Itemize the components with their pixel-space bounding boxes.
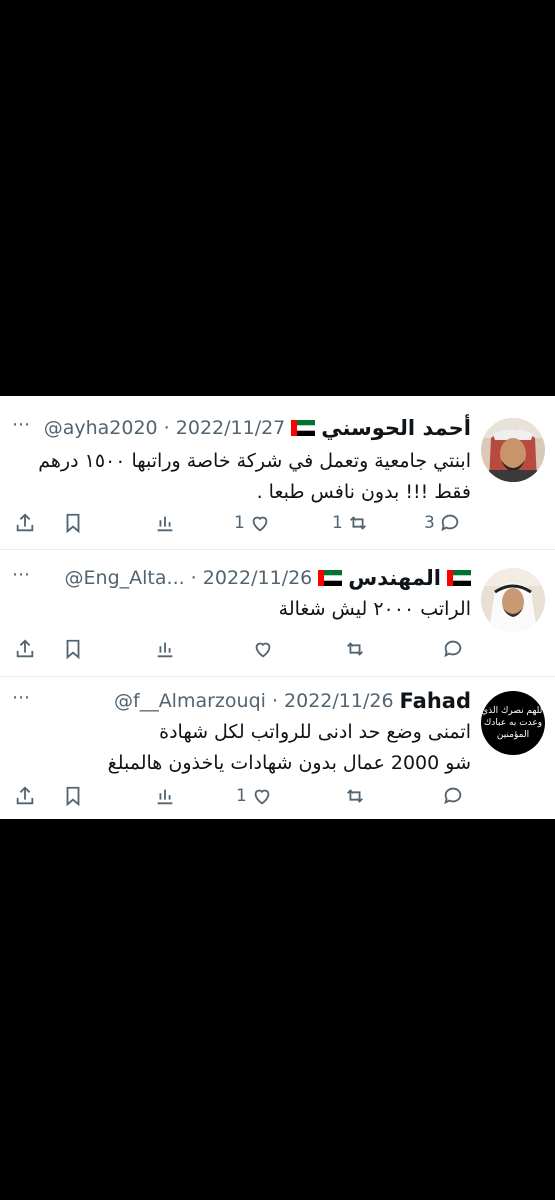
share-icon <box>16 513 34 532</box>
more-options-icon[interactable]: ⋯ <box>12 414 31 435</box>
tweet-text-line: شو 2000 عمال بدون شهادات ياخذون هالمبلغ <box>107 752 471 774</box>
retweet-button[interactable]: 1 <box>332 510 369 536</box>
tweet-2[interactable]: المهندس @Eng_Alta... · 2022/11/26 ⋯ الرا… <box>0 550 555 677</box>
tweet-3[interactable]: اللهم نصرك الذي وعدت به عبادك المؤمنين F… <box>0 677 555 819</box>
tweet-actions <box>14 636 474 662</box>
retweet-button[interactable] <box>344 783 366 809</box>
views-button[interactable] <box>154 510 176 536</box>
reply-icon <box>444 787 462 805</box>
screen: { "tweets": [ { "name": "أحمد الحوسني", … <box>0 0 555 1200</box>
tweet-list: أحمد الحوسني @ayha2020 · 2022/11/27 ⋯ اب… <box>0 396 555 819</box>
tweet-1[interactable]: أحمد الحوسني @ayha2020 · 2022/11/27 ⋯ اب… <box>0 396 555 550</box>
author-name[interactable]: المهندس <box>348 566 441 590</box>
uae-flag-icon <box>291 420 316 436</box>
reply-button[interactable] <box>442 636 464 662</box>
like-button[interactable]: 1 <box>236 783 273 809</box>
tweet-text: ابنتي جامعية وتعمل في شركة خاصة وراتبها … <box>20 446 471 508</box>
more-options-icon[interactable]: ⋯ <box>12 687 31 708</box>
reply-count: 3 <box>424 513 435 533</box>
avatar-text: وعدت به عبادك <box>483 718 543 728</box>
more-options-icon[interactable]: ⋯ <box>12 564 31 585</box>
bookmark-icon <box>66 513 80 534</box>
author-name[interactable]: Fahad <box>400 689 471 713</box>
tweet-3-header: Fahad @f__Almarzouqi · 2022/11/26 <box>10 687 471 715</box>
share-icon <box>16 639 34 658</box>
tweet-2-header: المهندس @Eng_Alta... · 2022/11/26 <box>10 564 471 592</box>
bookmark-button[interactable] <box>62 783 84 809</box>
views-icon <box>157 642 173 658</box>
bookmark-icon <box>66 639 80 660</box>
views-icon <box>157 789 173 805</box>
avatar-text: المؤمنين <box>496 730 530 740</box>
views-button[interactable] <box>154 783 176 809</box>
handle-and-date[interactable]: @Eng_Alta... · 2022/11/26 <box>65 567 313 589</box>
retweet-icon <box>349 516 366 530</box>
heart-icon <box>252 516 268 532</box>
tweet-text-line: اتمنى وضع حد ادنى للرواتب لكل شهادة <box>159 721 471 743</box>
avatar-fahad[interactable]: اللهم نصرك الذي وعدت به عبادك المؤمنين <box>481 691 545 755</box>
tweet-actions: 1 <box>14 783 474 809</box>
bookmark-button[interactable] <box>62 636 84 662</box>
like-count: 1 <box>234 513 245 533</box>
retweet-icon <box>347 789 363 803</box>
reply-icon <box>444 640 462 658</box>
heart-icon <box>255 642 271 658</box>
retweet-button[interactable] <box>344 636 366 662</box>
heart-icon <box>254 789 270 805</box>
share-button[interactable] <box>14 636 36 662</box>
reply-button[interactable]: 3 <box>424 510 461 536</box>
handle-and-date[interactable]: @ayha2020 · 2022/11/27 <box>44 417 286 439</box>
handle-and-date[interactable]: @f__Almarzouqi · 2022/11/26 <box>114 690 394 712</box>
share-button[interactable] <box>14 510 36 536</box>
avatar-engineer[interactable] <box>481 568 545 632</box>
like-count: 1 <box>236 786 247 806</box>
like-button[interactable]: 1 <box>234 510 271 536</box>
avatar-text: اللهم نصرك الذي <box>481 706 545 716</box>
avatar-caption: اللهم نصرك الذي وعدت به عبادك المؤمنين <box>481 691 545 755</box>
tweet-1-header: أحمد الحوسني @ayha2020 · 2022/11/27 <box>10 414 471 442</box>
author-name[interactable]: أحمد الحوسني <box>321 416 471 440</box>
tweet-text-line: فقط !!! بدون نافس طبعا . <box>256 481 471 503</box>
uae-flag-icon <box>318 570 343 586</box>
share-icon <box>16 786 34 805</box>
bookmark-button[interactable] <box>62 510 84 536</box>
reply-icon <box>441 514 459 532</box>
bookmark-icon <box>66 786 80 807</box>
reply-button[interactable] <box>442 783 464 809</box>
like-button[interactable] <box>252 636 274 662</box>
retweet-count: 1 <box>332 513 343 533</box>
uae-flag-icon <box>447 570 471 586</box>
share-button[interactable] <box>14 783 36 809</box>
views-icon <box>157 516 173 532</box>
tweet-text-line: الراتب ٢٠٠٠ ليش شغالة <box>278 598 471 620</box>
tweet-text: اتمنى وضع حد ادنى للرواتب لكل شهادة شو 2… <box>20 717 471 779</box>
views-button[interactable] <box>154 636 176 662</box>
tweet-text: الراتب ٢٠٠٠ ليش شغالة <box>20 594 471 625</box>
tweet-text-line: ابنتي جامعية وتعمل في شركة خاصة وراتبها … <box>38 450 471 472</box>
retweet-icon <box>347 642 363 656</box>
tweet-actions: 1 1 3 <box>14 510 474 536</box>
avatar-ahmed[interactable] <box>481 418 545 482</box>
